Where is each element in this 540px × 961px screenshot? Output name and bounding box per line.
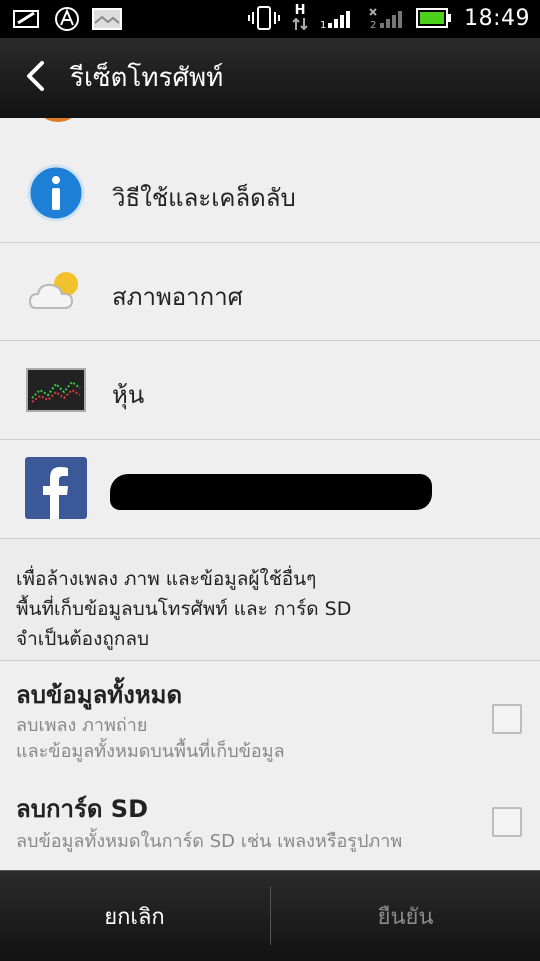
list-item-stocks[interactable]: หุ้น (0, 341, 540, 440)
list-item-partial (0, 118, 540, 145)
erase-all-checkbox[interactable] (492, 704, 522, 734)
confirm-button[interactable]: ยืนยัน (271, 871, 540, 961)
svg-text:1: 1 (320, 20, 326, 30)
chevron-left-icon (24, 60, 48, 96)
list-item-label: สภาพอากาศ (112, 283, 243, 311)
option-erase-all[interactable]: ลบข้อมูลทั้งหมด ลบเพลง ภาพถ่าย และข้อมูล… (0, 660, 540, 772)
option-title: ลบการ์ด SD (16, 795, 148, 823)
app-icon (38, 118, 78, 130)
signal-icon: 2 (368, 6, 404, 30)
list-item-label: หุ้น (112, 381, 145, 409)
weather-icon (24, 260, 88, 324)
footer-bar: ยกเลิก ยืนยัน (0, 870, 540, 961)
clock: 18:49 (464, 5, 530, 31)
content-area: วิธีใช้และเคล็ดลับ สภาพอากาศ หุ้น เพื่อล… (0, 118, 540, 870)
cancel-button[interactable]: ยกเลิก (0, 871, 269, 961)
info-icon (24, 161, 88, 225)
battery-icon (416, 7, 452, 29)
page-title: รีเซ็ตโทรศัพท์ (70, 63, 224, 93)
image-edit-icon (12, 7, 42, 31)
list-item-help[interactable]: วิธีใช้และเคล็ดลับ (0, 144, 540, 243)
data-arrows-icon: H (292, 4, 308, 31)
list-item-facebook[interactable] (0, 440, 540, 539)
vibrate-icon (248, 5, 281, 31)
signal-icon: 1 (320, 6, 356, 30)
back-button[interactable] (18, 60, 54, 96)
option-title: ลบข้อมูลทั้งหมด (16, 681, 183, 709)
svg-text:2: 2 (370, 20, 376, 30)
list-item-weather[interactable]: สภาพอากาศ (0, 243, 540, 341)
facebook-icon (24, 456, 88, 520)
list-item-label: วิธีใช้และเคล็ดลับ (112, 184, 296, 212)
redacted-account-name (110, 474, 432, 510)
reset-description: เพื่อล้างเพลง ภาพ และข้อมูลผู้ใช้อื่นๆ พ… (16, 568, 352, 650)
option-subtitle: ลบเพลง ภาพถ่าย และข้อมูลทั้งหมดบนพื้นที่… (16, 715, 285, 762)
photo-icon (92, 8, 122, 30)
option-erase-sd[interactable]: ลบการ์ด SD ลบข้อมูลทั้งหมดในการ์ด SD เช่… (0, 771, 540, 870)
erase-sd-checkbox[interactable] (492, 807, 522, 837)
compass-icon (54, 6, 80, 32)
app-header: รีเซ็ตโทรศัพท์ (0, 38, 540, 119)
option-subtitle: ลบข้อมูลทั้งหมดในการ์ด SD เช่น เพลงหรือร… (16, 831, 403, 852)
stocks-icon (24, 358, 88, 422)
status-bar: H 1 2 18:49 (0, 0, 540, 38)
